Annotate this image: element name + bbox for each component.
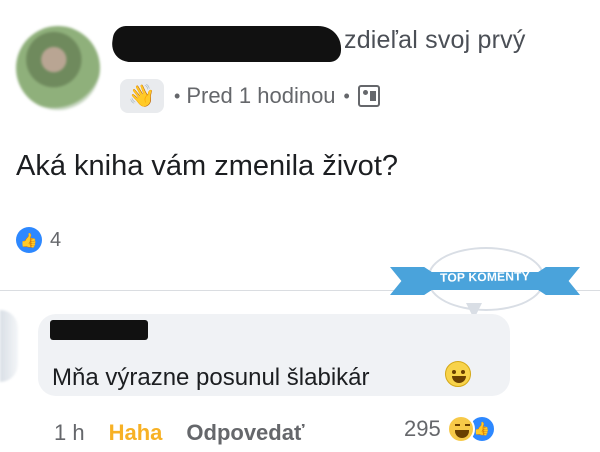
haha-reaction-button[interactable]: Haha [109,420,163,446]
comment-time[interactable]: 1 h [54,420,85,446]
reaction-count: 4 [50,228,62,251]
waving-hand-icon: 👋 [120,79,164,113]
like-icon: 👍 [16,227,42,253]
author-avatar[interactable] [16,26,100,110]
post-meta: 👋 • Pred 1 hodinou • [120,78,380,114]
comment-text: Mňa výrazne posunul šlabikár [52,364,370,391]
post-time[interactable]: Pred 1 hodinou [186,83,335,109]
meta-separator-2: • [343,85,350,106]
post-header: zdieľal svoj prvý 👋 • Pred 1 hodinou • [0,0,600,120]
comment-reaction-count: 295 [404,416,441,441]
comment-reaction-summary[interactable]: 295 👍 [404,415,496,443]
group-icon[interactable] [357,85,380,107]
post-reactions[interactable]: 👍 4 [16,227,61,253]
reply-button[interactable]: Odpovedať [186,420,304,446]
meta-separator: • [174,85,181,106]
post-body-text: Aká kniha vám zmenila život? [16,150,398,182]
comment-avatar[interactable] [0,310,18,382]
top-comments-label: TOP KOMENTY [439,269,531,285]
comment-actions: 1 h Haha Odpovedať [54,420,305,446]
commenter-name-redacted [50,320,148,340]
grinning-face-icon [445,361,471,387]
author-name-redacted [109,26,345,62]
top-comments-badge: TOP KOMENTY [390,245,580,325]
shared-text: zdieľal svoj prvý [344,26,526,54]
haha-icon [446,415,475,443]
